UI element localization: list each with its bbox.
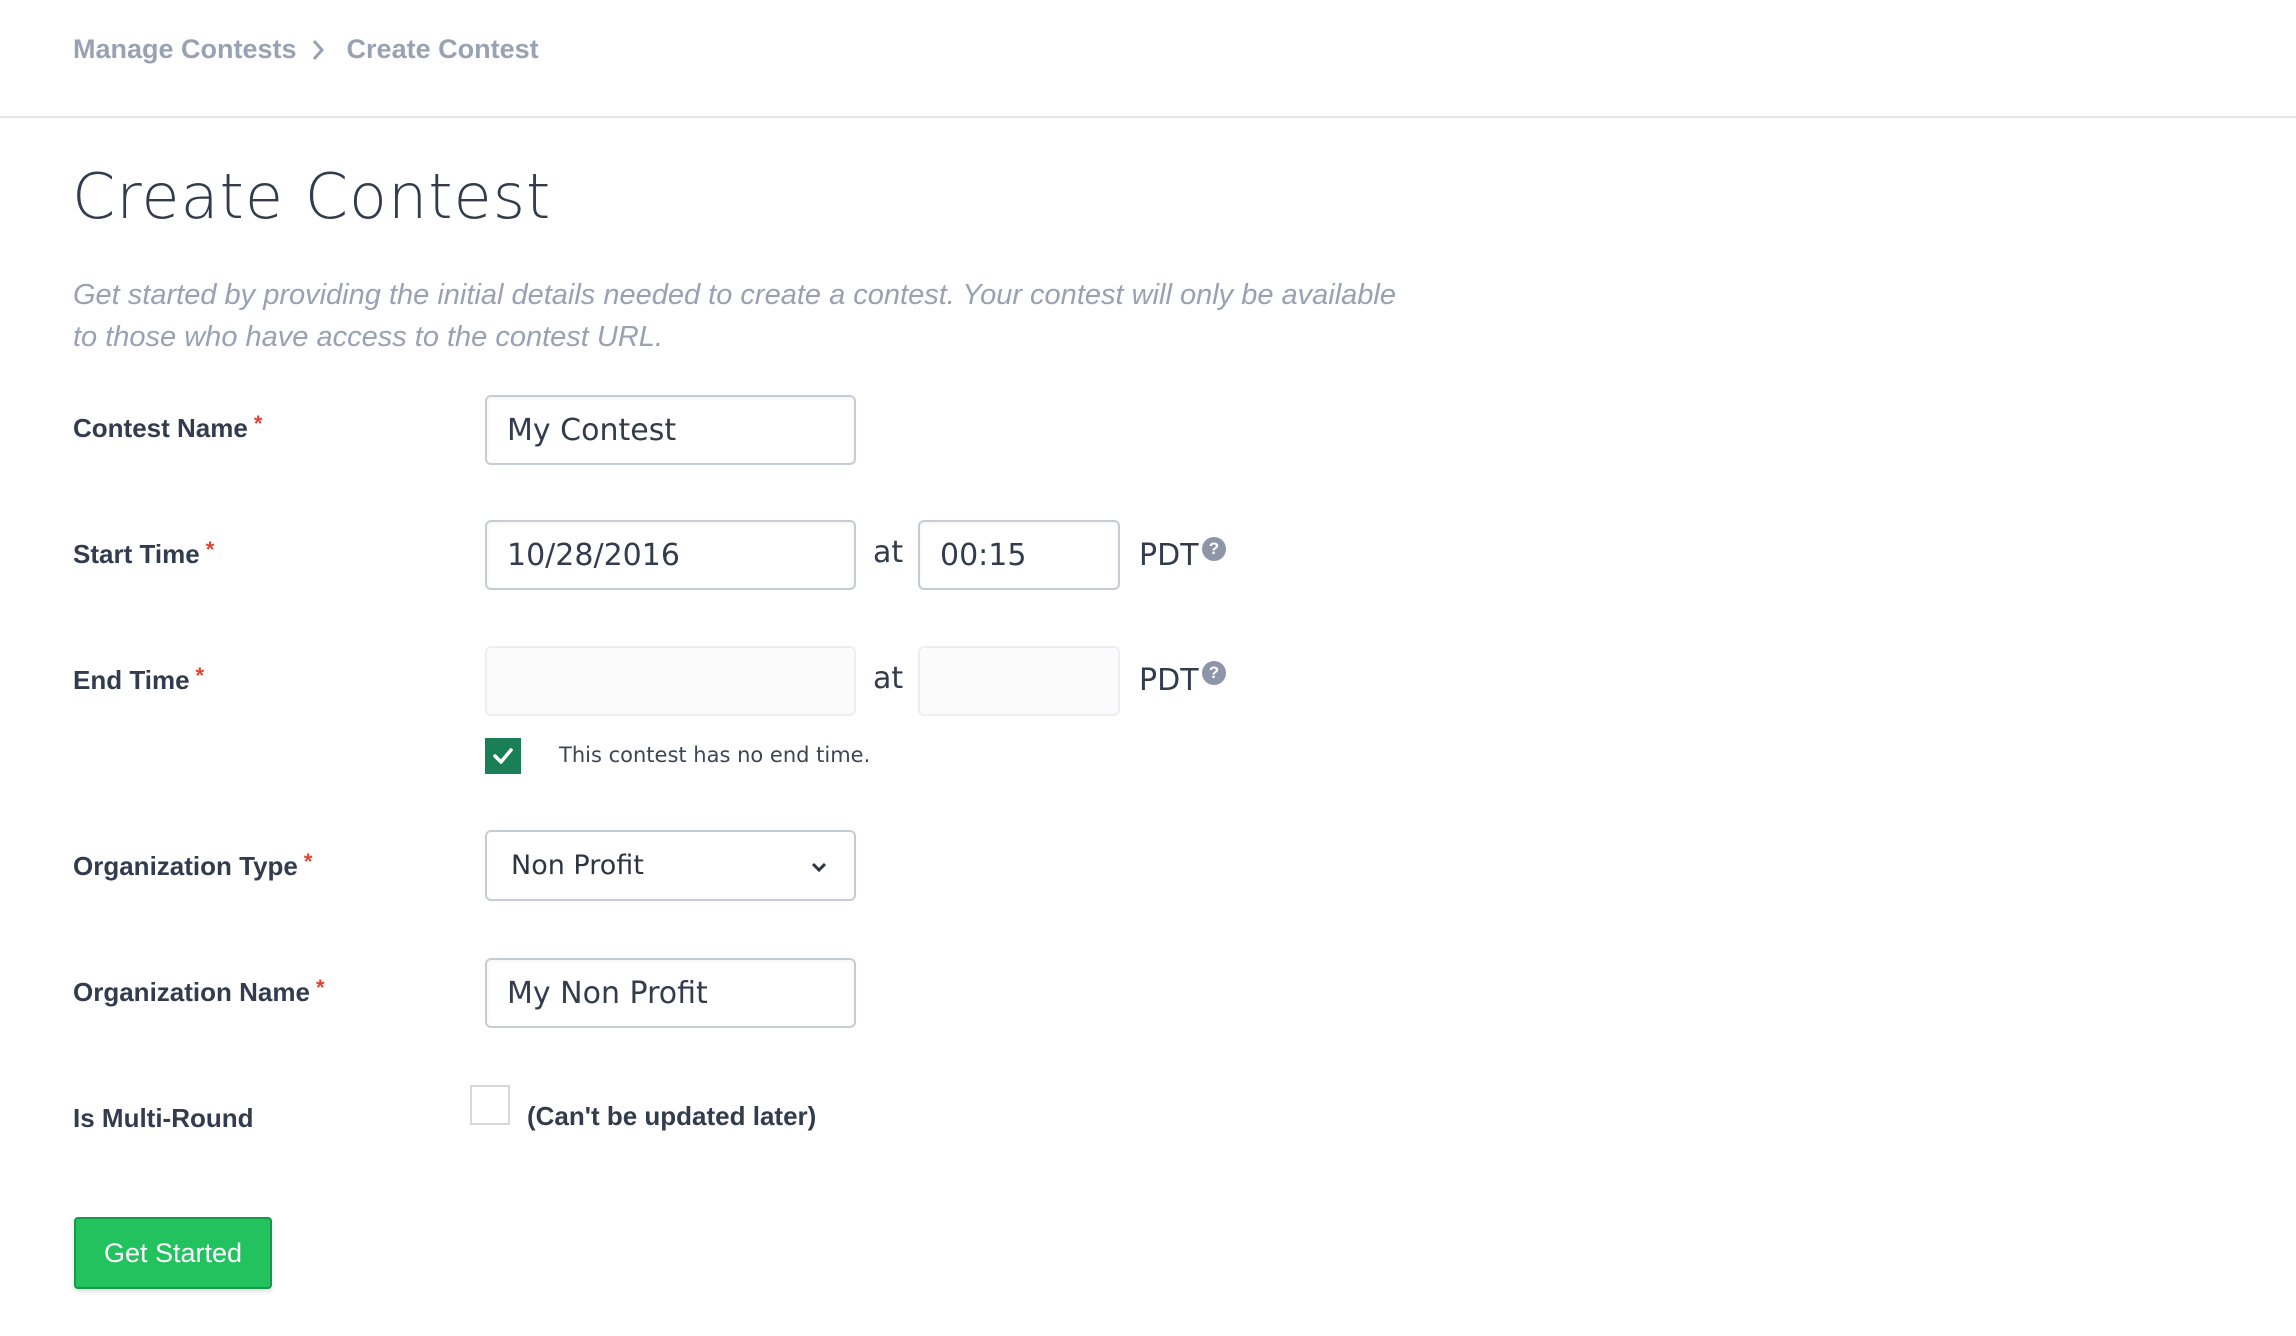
organization-name-label-text: Organization Name — [73, 977, 310, 1007]
help-icon[interactable]: ? — [1202, 661, 1226, 685]
organization-type-value: Non Profit — [511, 850, 644, 881]
organization-type-select[interactable]: Non Profit — [485, 830, 856, 901]
contest-name-label: Contest Name * — [73, 411, 263, 444]
end-at-text: at — [873, 661, 904, 696]
start-date-value: 10/28/2016 — [507, 537, 680, 573]
start-time-input[interactable]: 00:15 — [918, 520, 1120, 590]
multi-round-checkbox[interactable] — [470, 1085, 510, 1125]
page-description: Get started by providing the initial det… — [73, 279, 1396, 353]
breadcrumb-create-contest: Create Contest — [346, 34, 539, 64]
start-timezone: PDT — [1139, 538, 1199, 573]
required-asterisk: * — [315, 975, 325, 1000]
top-bar: Manage Contests Create Contest — [0, 0, 2296, 118]
organization-type-label: Organization Type * — [73, 849, 313, 882]
organization-name-value: My Non Profit — [507, 975, 708, 1011]
start-time-value: 00:15 — [940, 537, 1027, 573]
no-end-time-label[interactable]: This contest has no end time. — [559, 743, 870, 767]
get-started-label: Get Started — [103, 1237, 243, 1268]
chevron-right-icon — [311, 35, 331, 65]
end-time-input[interactable] — [918, 646, 1120, 716]
start-time-label-text: Start Time — [73, 539, 200, 569]
start-time-label: Start Time * — [73, 537, 215, 570]
chevron-down-icon — [811, 862, 827, 873]
multi-round-label-text: Is Multi-Round — [73, 1103, 254, 1133]
end-time-label: End Time * — [73, 663, 205, 696]
page-title: Create Contest — [72, 160, 552, 233]
organization-type-label-text: Organization Type — [73, 851, 298, 881]
get-started-button[interactable]: Get Started — [74, 1217, 272, 1289]
organization-name-input[interactable]: My Non Profit — [485, 958, 856, 1028]
start-date-input[interactable]: 10/28/2016 — [485, 520, 856, 590]
required-asterisk: * — [303, 849, 313, 874]
end-time-label-text: End Time — [73, 665, 190, 695]
end-date-input[interactable] — [485, 646, 856, 716]
start-at-text: at — [873, 535, 904, 570]
breadcrumb: Manage Contests Create Contest — [73, 34, 539, 65]
no-end-time-checkbox[interactable] — [485, 738, 521, 774]
contest-name-value: My Contest — [507, 412, 677, 448]
checkmark-icon — [493, 748, 513, 764]
end-timezone: PDT — [1139, 663, 1199, 698]
multi-round-label: Is Multi-Round — [73, 1103, 254, 1134]
required-asterisk: * — [253, 411, 263, 436]
multi-round-note: (Can't be updated later) — [527, 1101, 817, 1131]
required-asterisk: * — [195, 663, 205, 688]
contest-name-label-text: Contest Name — [73, 413, 248, 443]
organization-name-label: Organization Name * — [73, 975, 325, 1008]
breadcrumb-manage-contests[interactable]: Manage Contests — [73, 34, 297, 65]
contest-name-input[interactable]: My Contest — [485, 395, 856, 465]
required-asterisk: * — [205, 537, 215, 562]
help-icon[interactable]: ? — [1202, 537, 1226, 561]
